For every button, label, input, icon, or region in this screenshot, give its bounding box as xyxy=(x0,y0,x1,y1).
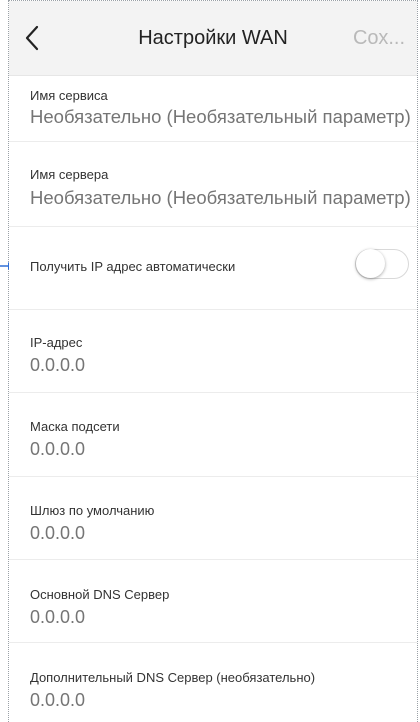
nav-header: Настройки WAN Сох... xyxy=(9,1,417,76)
gateway-label: Шлюз по умолчанию xyxy=(30,503,155,518)
primary-dns-input[interactable] xyxy=(30,607,390,628)
service-name-label: Имя сервиса xyxy=(30,88,108,103)
service-name-input[interactable] xyxy=(30,106,410,128)
subnet-mask-label: Маска подсети xyxy=(30,419,120,434)
server-name-label: Имя сервера xyxy=(30,167,109,182)
server-name-field: Имя сервера xyxy=(9,142,417,227)
ip-address-input[interactable] xyxy=(30,355,390,376)
secondary-dns-label: Дополнительный DNS Сервер (необязательно… xyxy=(30,670,316,685)
primary-dns-field: Основной DNS Сервер xyxy=(9,560,417,643)
auto-ip-toggle[interactable] xyxy=(355,249,409,279)
secondary-dns-input[interactable] xyxy=(30,690,390,711)
secondary-dns-field: Дополнительный DNS Сервер (необязательно… xyxy=(9,643,417,722)
ip-address-label: IP-адрес xyxy=(30,335,83,350)
subnet-mask-input[interactable] xyxy=(30,439,390,460)
service-name-field: Имя сервиса xyxy=(9,76,417,142)
primary-dns-label: Основной DNS Сервер xyxy=(30,587,170,602)
gateway-field: Шлюз по умолчанию xyxy=(9,477,417,560)
screen: Настройки WAN Сох... Имя сервиса Имя сер… xyxy=(0,0,420,722)
server-name-input[interactable] xyxy=(30,187,410,209)
toggle-knob xyxy=(356,249,385,278)
save-button[interactable]: Сох... xyxy=(353,27,405,50)
subnet-mask-field: Маска подсети xyxy=(9,393,417,477)
gateway-input[interactable] xyxy=(30,523,390,544)
frame-border-right xyxy=(417,0,418,722)
auto-ip-label: Получить IP адрес автоматически xyxy=(30,259,236,274)
auto-ip-row: Получить IP адрес автоматически xyxy=(9,227,417,310)
ip-address-field: IP-адрес xyxy=(9,310,417,393)
